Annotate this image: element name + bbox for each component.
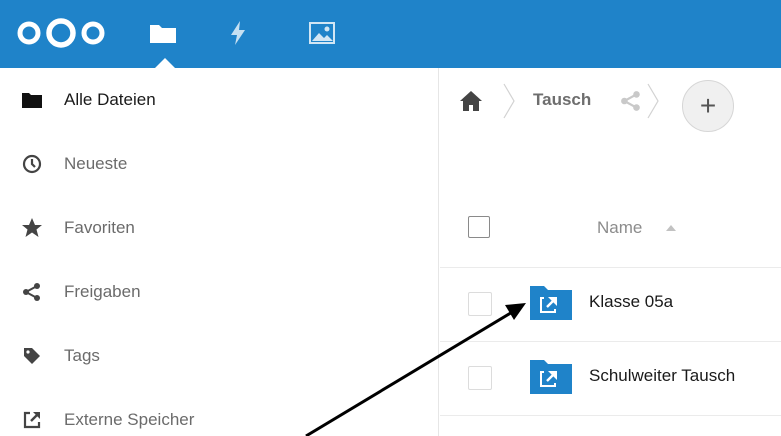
sort-ascending-icon[interactable] [665, 224, 677, 232]
sidebar-item-label: Neueste [64, 154, 128, 173]
sidebar-item-external-storage[interactable]: Externe Speicher [0, 388, 439, 436]
share-icon[interactable] [620, 90, 642, 112]
file-browser: Tausch + Name Klasse 05a Schulweiter Tau… [440, 68, 781, 436]
select-all-checkbox[interactable] [468, 216, 490, 238]
breadcrumb-separator [503, 83, 515, 119]
shared-folder-icon[interactable] [530, 284, 572, 322]
file-name[interactable]: Schulweiter Tausch [589, 366, 735, 386]
app-files-button[interactable] [148, 18, 184, 48]
breadcrumb-current-folder[interactable]: Tausch [533, 90, 591, 110]
active-app-indicator [155, 58, 175, 68]
row-select-checkbox[interactable] [468, 292, 492, 316]
nextcloud-logo[interactable] [14, 18, 108, 48]
sidebar-item-all-files[interactable]: Alle Dateien [0, 68, 439, 132]
sidebar-item-favorites[interactable]: Favoriten [0, 196, 439, 260]
file-list-header: Name [440, 204, 781, 268]
plus-icon: + [699, 90, 717, 121]
navigation-sidebar: Alle Dateien Neueste Favoriten Freigaben… [0, 68, 439, 436]
breadcrumb: Tausch + [440, 68, 781, 134]
folder-icon [150, 25, 176, 43]
sidebar-item-recent[interactable]: Neueste [0, 132, 439, 196]
file-name[interactable]: Klasse 05a [589, 292, 673, 312]
breadcrumb-separator [647, 83, 659, 119]
sidebar-item-shares[interactable]: Freigaben [0, 260, 439, 324]
sidebar-item-label: Freigaben [64, 282, 141, 301]
gallery-image-icon [309, 22, 335, 44]
row-select-checkbox[interactable] [468, 366, 492, 390]
external-link-icon [20, 408, 44, 432]
sidebar-item-label: Alle Dateien [64, 90, 156, 109]
activity-bolt-icon [231, 21, 245, 45]
app-activity-button[interactable] [228, 18, 258, 48]
file-row[interactable]: Klasse 05a [440, 268, 781, 342]
sidebar-item-label: Favoriten [64, 218, 135, 237]
sidebar-item-label: Externe Speicher [64, 410, 195, 429]
shared-folder-icon[interactable] [530, 358, 572, 396]
sidebar-item-label: Tags [64, 346, 100, 365]
home-icon[interactable] [459, 90, 483, 112]
clock-icon [20, 152, 44, 176]
folder-icon [20, 88, 44, 112]
sidebar-item-tags[interactable]: Tags [0, 324, 439, 388]
star-icon [20, 216, 44, 240]
new-item-button[interactable]: + [682, 80, 734, 132]
app-gallery-button[interactable] [308, 18, 338, 48]
tag-icon [20, 344, 44, 368]
column-header-name[interactable]: Name [597, 218, 642, 238]
file-row[interactable]: Schulweiter Tausch [440, 342, 781, 416]
top-header-bar [0, 0, 781, 68]
share-icon [20, 280, 44, 304]
